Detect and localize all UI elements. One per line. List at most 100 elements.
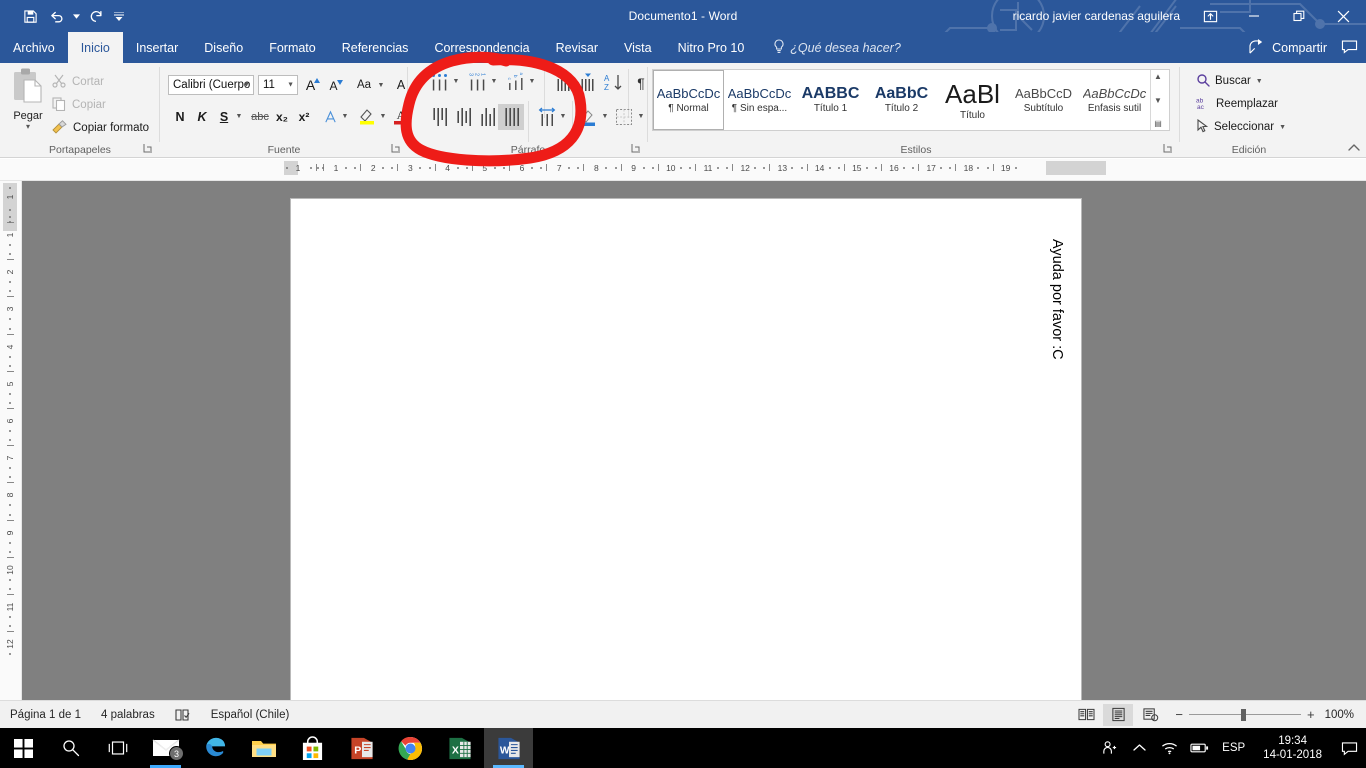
copy-button[interactable]: Copiar — [52, 94, 106, 116]
zoom-out-button[interactable]: − — [1175, 708, 1183, 721]
style-titulo-1[interactable]: AABBC Título 1 — [795, 70, 866, 130]
wifi-icon[interactable] — [1154, 728, 1184, 768]
bullets-caret-icon[interactable]: ▼ — [451, 76, 461, 86]
style-sin-espaciado[interactable]: AaBbCcDc ¶ Sin espa... — [724, 70, 795, 130]
style-titulo-2[interactable]: AaBbC Título 2 — [866, 70, 937, 130]
style-subtitulo[interactable]: AaBbCcD Subtítulo — [1008, 70, 1079, 130]
bold-button[interactable]: N — [170, 107, 190, 127]
align-right-button[interactable] — [474, 105, 500, 129]
align-center-button[interactable] — [450, 105, 476, 129]
tab-correspondencia[interactable]: Correspondencia — [421, 32, 542, 63]
web-layout-button[interactable] — [1135, 704, 1165, 726]
font-name-combo[interactable]: Calibri (Cuerpo ▼ — [168, 75, 254, 95]
file-explorer-app[interactable] — [239, 728, 288, 768]
zoom-level[interactable]: 100% — [1325, 709, 1362, 721]
document-page[interactable]: Ayuda por favor :C — [290, 198, 1082, 700]
multilevel-list-button[interactable]: a b c — [502, 71, 528, 95]
grow-font-button[interactable]: A — [303, 75, 323, 95]
show-hidden-icons-icon[interactable] — [1124, 728, 1154, 768]
chevron-down-icon[interactable]: ▼ — [287, 82, 294, 89]
ribbon-display-options-icon[interactable] — [1189, 0, 1231, 32]
styles-scroll-up-icon[interactable]: ▲ — [1154, 72, 1162, 81]
powerpoint-app[interactable]: P — [337, 728, 386, 768]
change-case-caret-icon[interactable]: ▼ — [376, 80, 386, 90]
tab-diseno[interactable]: Diseño — [191, 32, 256, 63]
highlight-caret-icon[interactable]: ▼ — [378, 111, 388, 121]
borders-caret-icon[interactable]: ▼ — [636, 111, 646, 121]
font-dialog-launcher[interactable] — [390, 143, 402, 155]
share-icon[interactable] — [1249, 38, 1266, 57]
horizontal-ruler[interactable]: 1 1 2 3 4 5 6 7 8 9 10 11 12 13 14 15 16 17 18 19 — [0, 159, 1366, 181]
cut-button[interactable]: Cortar — [52, 71, 104, 93]
action-center-icon[interactable] — [1332, 728, 1366, 768]
store-app[interactable] — [288, 728, 337, 768]
tab-vista[interactable]: Vista — [611, 32, 665, 63]
superscript-button[interactable]: x² — [294, 108, 314, 126]
align-left-button[interactable] — [426, 105, 452, 129]
justify-button[interactable] — [498, 104, 524, 130]
line-spacing-button[interactable] — [532, 105, 558, 129]
collapse-ribbon-icon[interactable] — [1348, 143, 1360, 156]
excel-app[interactable]: X — [435, 728, 484, 768]
numbering-caret-icon[interactable]: ▼ — [489, 76, 499, 86]
tab-referencias[interactable]: Referencias — [329, 32, 422, 63]
people-icon[interactable] — [1094, 728, 1124, 768]
share-label[interactable]: Compartir — [1272, 41, 1327, 55]
styles-more-icon[interactable]: ▤ — [1154, 119, 1162, 128]
styles-scrollbar[interactable]: ▲ ▼ ▤ — [1150, 70, 1165, 130]
styles-scroll-down-icon[interactable]: ▼ — [1154, 96, 1162, 105]
subscript-button[interactable]: x₂ — [272, 108, 292, 126]
change-case-button[interactable]: Aa — [352, 76, 376, 94]
strikethrough-button[interactable]: abc — [248, 108, 272, 126]
search-button[interactable] — [47, 728, 94, 768]
replace-button[interactable]: ab ac Reemplazar — [1196, 94, 1278, 114]
battery-icon[interactable] — [1184, 728, 1214, 768]
text-effects-caret-icon[interactable]: ▼ — [340, 111, 350, 121]
highlight-color-button[interactable] — [356, 105, 378, 127]
text-effects-button[interactable] — [320, 107, 340, 127]
tab-insertar[interactable]: Insertar — [123, 32, 191, 63]
start-button[interactable] — [0, 728, 47, 768]
read-mode-button[interactable] — [1071, 704, 1101, 726]
shrink-font-button[interactable]: A — [326, 76, 346, 96]
word-count[interactable]: 4 palabras — [91, 709, 165, 721]
print-layout-button[interactable] — [1103, 703, 1134, 726]
sort-button[interactable]: A Z — [600, 71, 626, 95]
language-indicator[interactable]: Español (Chile) — [201, 709, 300, 721]
line-spacing-caret-icon[interactable]: ▼ — [558, 111, 568, 121]
font-size-combo[interactable]: 11 ▼ — [258, 75, 298, 95]
close-icon[interactable] — [1321, 0, 1366, 32]
minimize-icon[interactable] — [1231, 0, 1276, 32]
input-language[interactable]: ESP — [1214, 742, 1253, 754]
tab-nitro-pro-10[interactable]: Nitro Pro 10 — [665, 32, 758, 63]
style-enfasis-sutil[interactable]: AaBbCcDc Énfasis sutil — [1079, 70, 1150, 130]
zoom-thumb[interactable] — [1240, 708, 1246, 721]
select-button[interactable]: Seleccionar ▼ — [1196, 117, 1286, 137]
shading-caret-icon[interactable]: ▼ — [600, 111, 610, 121]
format-painter-button[interactable]: Copiar formato — [52, 117, 149, 139]
show-formatting-marks-button[interactable]: ¶ — [630, 71, 652, 95]
zoom-in-button[interactable]: + — [1307, 708, 1315, 721]
chevron-down-icon[interactable]: ▼ — [243, 82, 250, 89]
zoom-slider[interactable]: − + — [1167, 708, 1322, 721]
tell-me-box[interactable]: ¿Qué desea hacer? — [757, 32, 901, 63]
borders-button[interactable] — [612, 105, 636, 129]
word-app[interactable]: W — [484, 728, 533, 768]
select-caret-icon[interactable]: ▼ — [1279, 124, 1286, 131]
task-view-button[interactable] — [94, 728, 141, 768]
underline-caret-icon[interactable]: ▼ — [234, 111, 244, 121]
mail-app[interactable]: 3 — [141, 728, 190, 768]
comments-icon[interactable] — [1341, 39, 1358, 57]
edge-app[interactable] — [190, 728, 239, 768]
page-indicator[interactable]: Página 1 de 1 — [0, 709, 91, 721]
tab-archivo[interactable]: Archivo — [0, 32, 68, 63]
paste-button[interactable]: Pegar ▾ — [5, 67, 51, 133]
vertical-ruler[interactable]: 1 1 2 3 4 5 6 7 8 9 10 11 12 — [0, 181, 22, 700]
decrease-indent-button[interactable] — [548, 71, 574, 95]
tab-formato[interactable]: Formato — [256, 32, 329, 63]
style-titulo[interactable]: AaBl Título — [937, 70, 1008, 130]
account-name[interactable]: ricardo javier cardenas aguilera — [1013, 0, 1180, 32]
numbering-button[interactable]: 1 2 3 — [464, 71, 490, 95]
multilevel-caret-icon[interactable]: ▼ — [527, 76, 537, 86]
chrome-app[interactable] — [386, 728, 435, 768]
